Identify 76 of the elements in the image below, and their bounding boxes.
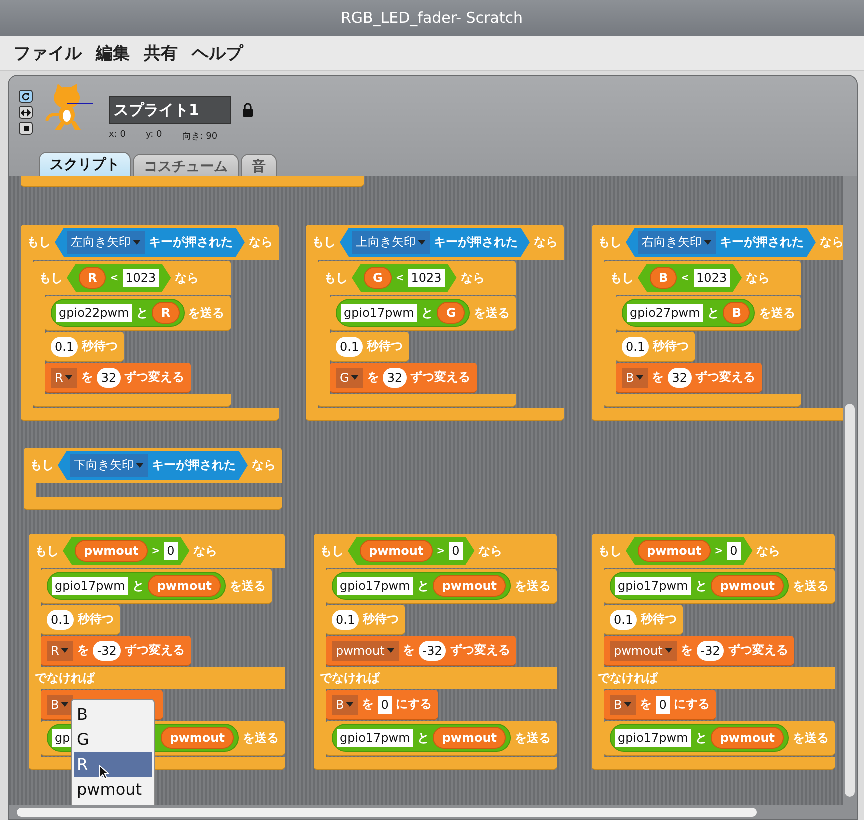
block-label: にする — [674, 696, 710, 713]
block-label: を送る — [515, 578, 552, 594]
block-label: と — [707, 304, 720, 322]
block-label: 秒待つ — [82, 338, 118, 355]
block-label: もし — [27, 234, 51, 251]
operator-sign: > — [436, 546, 446, 556]
block-label: なら — [756, 542, 781, 560]
block-label: ずつ変える — [728, 642, 788, 659]
block-label: を — [362, 696, 374, 713]
block-label: を送る — [230, 578, 266, 594]
block-label: 秒待つ — [641, 611, 678, 628]
block-label: を送る — [188, 304, 225, 322]
block-label: もし — [324, 270, 348, 286]
block-label: なら — [252, 457, 276, 474]
window-title: RGB_LED_fader- Scratch — [340, 9, 524, 27]
else-bar: でなければ — [314, 667, 558, 689]
block-label: を送る — [793, 578, 830, 594]
block-label: もし — [30, 457, 54, 474]
block-label: キーが押された — [720, 234, 804, 251]
block-label: と — [695, 730, 708, 746]
block-label: もし — [35, 542, 59, 560]
block-label: もし — [598, 234, 622, 251]
block-label: もし — [610, 270, 634, 286]
block-label: なら — [460, 270, 485, 286]
block-label: を — [77, 642, 90, 659]
block-label: と — [695, 578, 708, 594]
operator-sign: > — [714, 546, 724, 556]
operator-sign: < — [396, 272, 404, 284]
block-label: 秒待つ — [363, 611, 400, 628]
block-label: と — [136, 304, 148, 322]
block-label: にする — [396, 696, 432, 713]
block-label: ずつ変える — [124, 369, 185, 386]
x-position: x: 0 — [109, 130, 126, 142]
direction-value: 向き: 90 — [182, 130, 218, 143]
operator-sign: > — [152, 546, 160, 556]
block-label: なら — [820, 234, 843, 251]
block-label: なら — [249, 234, 273, 251]
block-label: を送る — [793, 730, 830, 746]
block-label: なら — [478, 542, 503, 560]
block-label: を — [367, 369, 380, 386]
block-label: と — [421, 304, 434, 322]
block-label: なら — [534, 234, 558, 251]
block-label: を送る — [759, 304, 796, 322]
block-label: を送る — [515, 730, 552, 746]
block-label: を — [640, 696, 652, 713]
block-label: なら — [746, 270, 770, 286]
block-label: を — [402, 642, 415, 659]
block-label: なら — [175, 270, 200, 286]
block-label: を — [81, 369, 94, 386]
block-label: を送る — [474, 304, 510, 322]
block-label: もし — [39, 270, 63, 286]
block-label: 秒待つ — [367, 338, 404, 355]
block-label: と — [417, 730, 430, 746]
block-label: と — [132, 578, 144, 594]
block-label: ずつ変える — [450, 642, 510, 659]
block-label: 秒待つ — [653, 338, 690, 355]
block-label: を — [652, 369, 664, 386]
block-label: もし — [320, 542, 344, 560]
block-label: なら — [194, 542, 218, 560]
block-label: ずつ変える — [124, 642, 185, 659]
block-label: キーが押された — [149, 234, 233, 251]
else-bar: でなければ — [29, 667, 285, 689]
operator-sign: < — [110, 272, 119, 284]
block-label: ずつ変える — [696, 369, 756, 386]
block-label: キーが押された — [434, 234, 518, 251]
block-label: もし — [598, 542, 622, 560]
operator-sign: < — [681, 272, 690, 284]
else-bar: でなければ — [592, 667, 836, 689]
block-label: ずつ変える — [410, 369, 471, 386]
block-label: と — [417, 578, 430, 594]
block-label: 秒待つ — [78, 611, 114, 628]
y-position: y: 0 — [146, 130, 162, 142]
block-label: キーが押された — [152, 457, 236, 474]
block-label: もし — [312, 234, 336, 251]
block-label: を — [680, 642, 693, 659]
block-label: を送る — [242, 730, 279, 746]
